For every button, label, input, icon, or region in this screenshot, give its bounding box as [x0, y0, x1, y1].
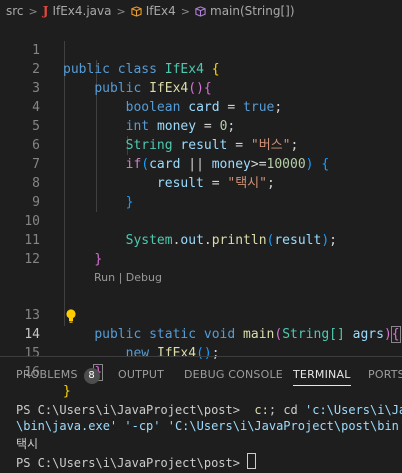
lightbulb-icon[interactable]: [64, 308, 78, 324]
terminal-line: PS C:\Users\i\JavaProject\post> c:; cd '…: [16, 403, 402, 417]
code-line: 7 result = "택시";: [0, 136, 402, 191]
tab-problems[interactable]: PROBLEMS 8: [16, 368, 100, 384]
code-line: 15 }: [0, 325, 402, 381]
terminal-output: 택시: [16, 437, 39, 451]
code-line: 1 public class IfEx4 {: [0, 22, 402, 77]
code-line: 4 int money = 0;: [0, 79, 402, 134]
tab-ports[interactable]: PORTS: [368, 368, 402, 381]
bottom-panel: PROBLEMS 8 OUTPUT DEBUG CONSOLE TERMINAL …: [0, 356, 402, 473]
breadcrumb-file[interactable]: IfEx4.java: [52, 4, 111, 18]
code-line: 3 boolean card = true;: [0, 60, 402, 115]
tab-output[interactable]: OUTPUT: [118, 368, 164, 381]
code-line: 5 String result = "버스";: [0, 98, 402, 153]
breadcrumb: src > J IfEx4.java > IfEx4 > main(String…: [0, 0, 402, 22]
code-line: 2 public IfEx4(){: [0, 41, 402, 96]
code-line: 6 if(card || money>=10000) {: [0, 117, 402, 172]
code-line: 8 }: [0, 155, 402, 210]
panel-tabs: PROBLEMS 8 OUTPUT DEBUG CONSOLE TERMINAL …: [0, 357, 402, 393]
breadcrumb-folder[interactable]: src: [6, 4, 24, 18]
problems-count-badge: 8: [83, 368, 100, 384]
class-icon: [131, 5, 142, 17]
tab-debug-console[interactable]: DEBUG CONSOLE: [184, 368, 283, 381]
code-line: 10 System.out.println(result);: [0, 193, 402, 248]
breadcrumb-class[interactable]: IfEx4: [146, 4, 176, 18]
chevron-right-icon: >: [116, 4, 126, 18]
terminal-cursor: [247, 453, 257, 469]
chevron-right-icon: >: [28, 4, 38, 18]
method-icon: [195, 5, 206, 17]
java-file-icon: J: [42, 4, 49, 18]
code-line: 9: [0, 174, 402, 210]
tab-terminal[interactable]: TERMINAL: [293, 368, 351, 386]
code-editor[interactable]: 1 public class IfEx4 { 2 public IfEx4(){…: [0, 22, 402, 399]
terminal-line: \bin\java.exe' '-cp' 'C:\Users\i\JavaPro…: [16, 419, 402, 433]
breadcrumb-method[interactable]: main(String[]): [210, 4, 295, 18]
run-debug-codelens[interactable]: Run | Debug: [94, 271, 162, 284]
line-number: 12: [24, 252, 40, 267]
code-line: 11 }: [0, 212, 402, 267]
code-line: 12: [0, 231, 402, 267]
chevron-right-icon: >: [180, 4, 191, 18]
code-line-current: 14 new IfEx4();: [0, 306, 402, 361]
code-line: 13 public static void main(String[] agrs…: [0, 287, 402, 343]
terminal-prompt[interactable]: PS C:\Users\i\JavaProject\post>: [16, 453, 257, 470]
